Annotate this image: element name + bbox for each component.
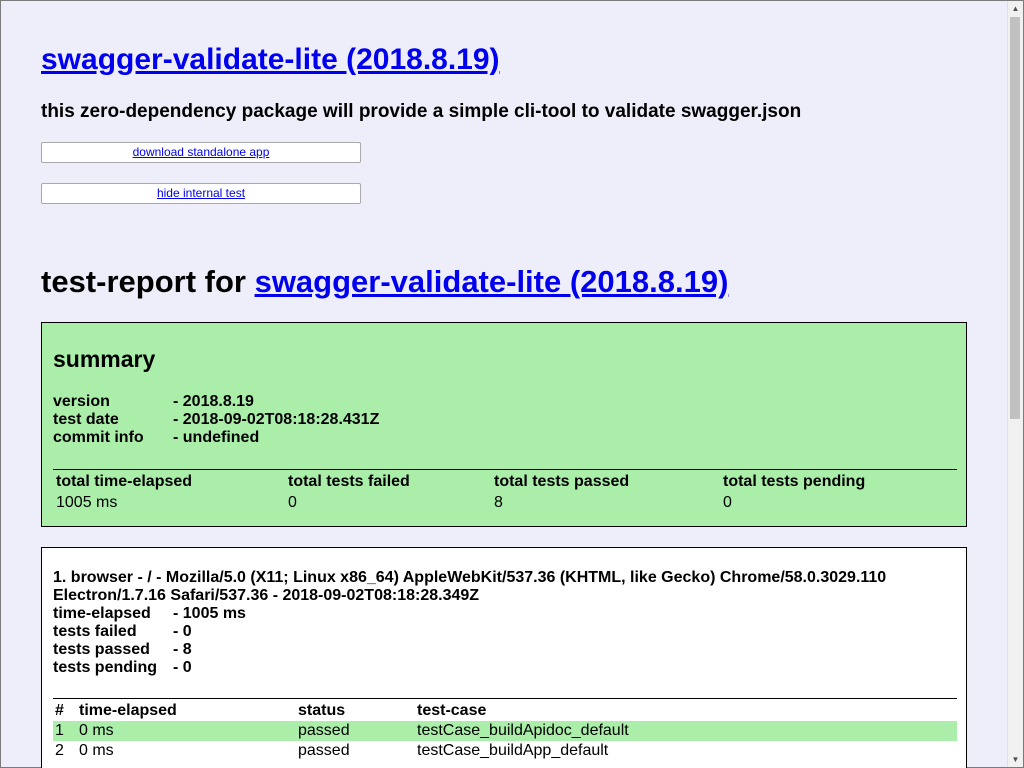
test-report-prefix: test-report for	[41, 264, 255, 299]
browser-tests-passed: tests passed - 8	[53, 641, 192, 659]
totals-value-passed: 8	[494, 494, 503, 511]
browser-tests-failed: tests failed - 0	[53, 623, 192, 641]
browser-tests-passed-key: tests passed	[53, 641, 150, 658]
browser-tests-pending-key: tests pending	[53, 659, 158, 676]
package-title-link[interactable]: swagger-validate-lite (2018.8.19)	[41, 43, 500, 76]
browser-tests-passed-value: - 8	[173, 641, 192, 658]
summary-commit-info: commit info - undefined	[53, 429, 259, 447]
test-report-title: test-report for swagger-validate-lite (2…	[41, 264, 728, 300]
summary-version: version - 2018.8.19	[53, 393, 254, 411]
hide-internal-test-button[interactable]: hide internal test	[41, 183, 361, 204]
browser-time-elapsed: time-elapsed - 1005 ms	[53, 605, 246, 623]
row-status: passed	[296, 721, 415, 741]
summary-totals-table: total time-elapsed total tests failed to…	[53, 469, 957, 514]
browser-tests-pending-value: - 0	[173, 659, 192, 676]
browser-tests-failed-key: tests failed	[53, 623, 137, 640]
summary-panel: summary version - 2018.8.19 test date - 20…	[41, 322, 967, 527]
summary-test-date: test date - 2018-09-02T08:18:28.431Z	[53, 411, 379, 429]
totals-value-pending: 0	[723, 494, 732, 511]
row-case: testCase_buildApidoc_default	[415, 721, 957, 741]
totals-header-failed: total tests failed	[288, 473, 410, 490]
tests-header-time: time-elapsed	[79, 702, 177, 719]
browser-time-elapsed-key: time-elapsed	[53, 605, 151, 622]
totals-header-passed: total tests passed	[494, 473, 630, 490]
summary-version-value: - 2018.8.19	[173, 393, 254, 410]
summary-test-date-key: test date	[53, 411, 119, 428]
download-standalone-button[interactable]: download standalone app	[41, 142, 361, 163]
row-status: passed	[298, 742, 350, 759]
browser-report-panel: 1. browser - / - Mozilla/5.0 (X11; Linux…	[41, 547, 967, 768]
totals-header-pending: total tests pending	[723, 473, 866, 490]
totals-header-time: total time-elapsed	[56, 473, 193, 490]
scroll-up-arrow-icon[interactable]: ▲	[1008, 1, 1023, 16]
summary-version-key: version	[53, 393, 110, 410]
tests-header-case: test-case	[417, 702, 487, 719]
tests-header-status: status	[298, 702, 346, 719]
totals-value-failed: 0	[288, 494, 297, 511]
table-row: 1 0 ms passed testCase_buildApidoc_defau…	[53, 721, 957, 741]
row-time: 0 ms	[79, 742, 114, 759]
row-case: testCase_buildApp_default	[417, 742, 609, 759]
download-standalone-link[interactable]: download standalone app	[133, 145, 270, 159]
test-report-link[interactable]: swagger-validate-lite (2018.8.19)	[255, 264, 729, 299]
package-title: swagger-validate-lite (2018.8.19)	[41, 42, 500, 78]
summary-test-date-value: - 2018-09-02T08:18:28.431Z	[173, 411, 380, 428]
summary-heading: summary	[53, 346, 156, 372]
browser-time-elapsed-value: - 1005 ms	[173, 605, 246, 622]
hide-internal-test-link[interactable]: hide internal test	[157, 186, 245, 200]
tests-header-num: #	[55, 702, 64, 719]
browser-tests-failed-value: - 0	[173, 623, 192, 640]
totals-value-time: 1005 ms	[56, 494, 118, 511]
row-num: 1	[53, 721, 77, 741]
test-cases-table: # time-elapsed status test-case 1 0 ms p…	[53, 698, 957, 761]
scroll-down-arrow-icon[interactable]: ▼	[1008, 752, 1023, 767]
vertical-scrollbar[interactable]: ▲ ▼	[1007, 1, 1023, 767]
browser-tests-pending: tests pending - 0	[53, 659, 192, 677]
summary-commit-info-value: - undefined	[173, 429, 260, 446]
summary-commit-info-key: commit info	[53, 429, 144, 446]
scroll-thumb[interactable]	[1010, 17, 1020, 419]
package-description: this zero-dependency package will provid…	[41, 101, 802, 122]
table-row: 2 0 ms passed testCase_buildApp_default	[53, 741, 957, 761]
row-time: 0 ms	[77, 721, 296, 741]
browser-title: 1. browser - / - Mozilla/5.0 (X11; Linux…	[53, 569, 887, 604]
row-num: 2	[55, 742, 64, 759]
